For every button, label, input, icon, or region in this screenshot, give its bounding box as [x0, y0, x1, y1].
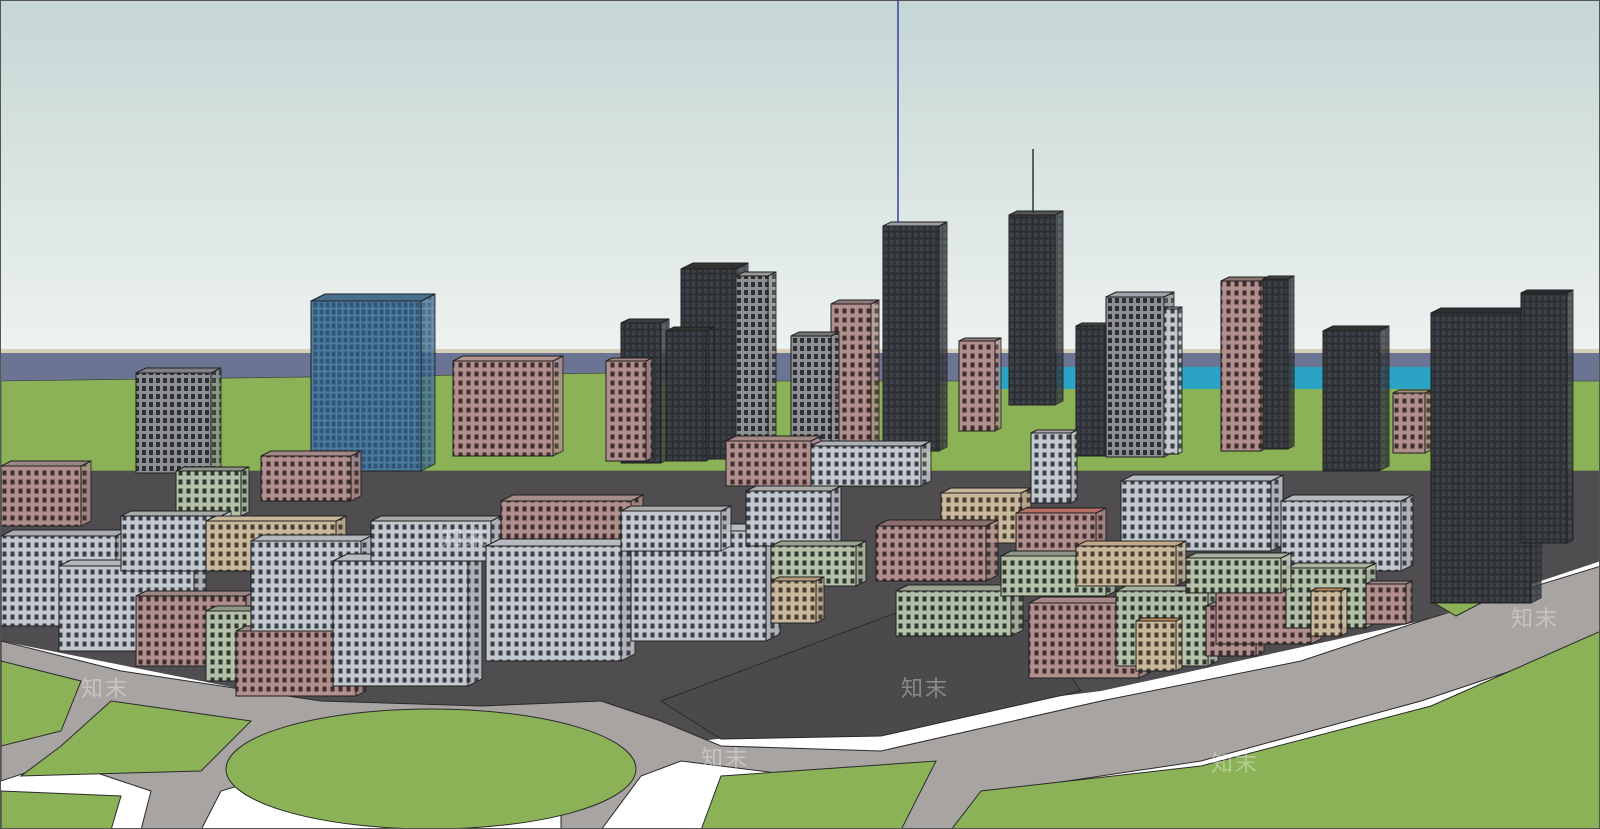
tower	[735, 271, 777, 457]
block	[1280, 494, 1414, 572]
block	[745, 485, 842, 547]
block	[770, 576, 825, 624]
tower	[665, 326, 715, 462]
block	[175, 466, 250, 517]
city-illustration	[1, 1, 1599, 828]
block	[332, 553, 483, 687]
block	[810, 440, 932, 487]
pink-tower	[452, 355, 564, 457]
tower	[1163, 306, 1183, 455]
lawn-bottom-mid	[701, 760, 937, 828]
tower	[958, 337, 1002, 432]
tower	[1262, 275, 1295, 450]
tower	[135, 367, 222, 474]
block	[875, 519, 999, 582]
block	[1075, 540, 1187, 587]
block	[1185, 552, 1292, 594]
sky	[1, 1, 1599, 361]
blue-glass-tower	[310, 293, 436, 472]
block	[1365, 580, 1413, 625]
tower	[1392, 389, 1432, 454]
spire-tower	[1008, 210, 1064, 406]
block	[725, 435, 822, 487]
block	[1, 460, 92, 527]
tower	[1322, 325, 1390, 472]
tallest-tower	[882, 221, 948, 452]
block	[1030, 429, 1078, 504]
block	[1135, 617, 1183, 672]
block	[1120, 474, 1284, 552]
block	[620, 505, 732, 552]
lawn-circle	[225, 708, 637, 828]
tower	[1520, 289, 1574, 544]
tower	[790, 331, 840, 447]
tower	[1220, 276, 1270, 452]
lawn-bottom-left	[1, 790, 122, 828]
block	[370, 515, 502, 562]
city-model-render: 知末 知末 知末 知末 知末 知末	[0, 0, 1600, 829]
block	[1310, 587, 1348, 637]
block	[485, 538, 636, 662]
tower	[605, 357, 653, 462]
block	[260, 450, 362, 502]
